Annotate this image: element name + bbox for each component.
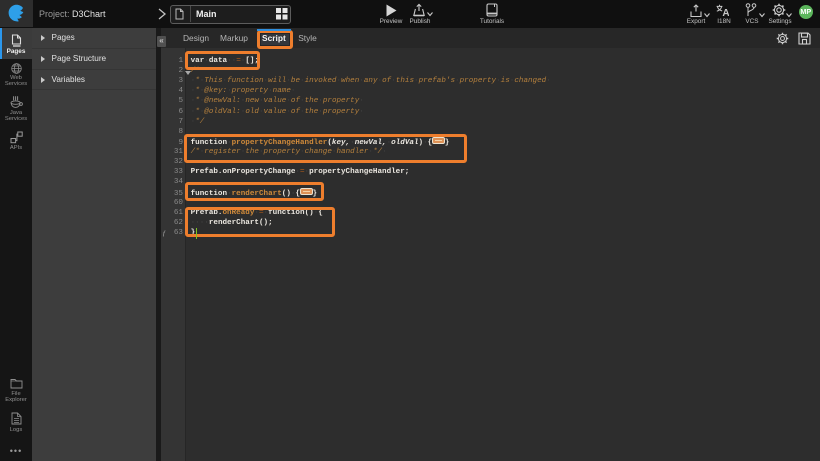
svg-text:A: A bbox=[722, 8, 729, 17]
